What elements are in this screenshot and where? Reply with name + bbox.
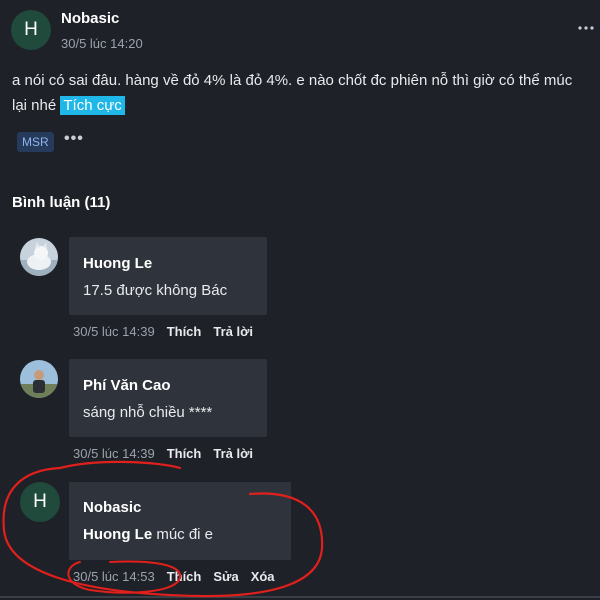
reply-button[interactable]: Trả lời: [213, 446, 253, 461]
comment-text: sáng nhỗ chiều ****: [83, 404, 213, 421]
more-tags-button[interactable]: •••: [64, 130, 84, 148]
comment-bubble: Huong Le 17.5 được không Bác: [69, 237, 267, 315]
like-button[interactable]: Thích: [167, 324, 202, 339]
post-author-name[interactable]: Nobasic: [61, 10, 119, 27]
post-author-avatar[interactable]: H: [11, 10, 51, 50]
comment-time[interactable]: 30/5 lúc 14:39: [73, 324, 155, 339]
sentiment-badge: Tích cực: [60, 96, 125, 115]
stock-tag[interactable]: MSR: [17, 132, 54, 152]
like-button[interactable]: Thích: [167, 446, 202, 461]
post-text-prefix: lại nhé: [12, 97, 57, 114]
comment-time[interactable]: 30/5 lúc 14:39: [73, 446, 155, 461]
comment-author[interactable]: Phí Văn Cao: [83, 377, 171, 394]
avatar[interactable]: [20, 360, 58, 398]
delete-button[interactable]: Xóa: [251, 569, 275, 584]
comment-message: múc đi e: [156, 526, 214, 543]
edit-button[interactable]: Sửa: [213, 569, 238, 584]
comment-actions: 30/5 lúc 14:39 Thích Trả lời: [73, 446, 253, 461]
mention-link[interactable]: Huong Le: [83, 526, 152, 543]
avatar[interactable]: [20, 238, 58, 276]
comments-title: Bình luận (11): [12, 194, 111, 211]
comment-author[interactable]: Nobasic: [83, 499, 141, 516]
cat-avatar-icon: [20, 238, 58, 276]
more-dots-icon[interactable]: [578, 18, 594, 36]
comment-bubble: Nobasic Huong Le múc đi e: [69, 482, 291, 560]
avatar[interactable]: H: [20, 482, 60, 522]
comment-actions: 30/5 lúc 14:53 Thích Sửa Xóa: [73, 569, 275, 584]
avatar-letter: H: [24, 19, 38, 40]
like-button[interactable]: Thích: [167, 569, 202, 584]
avatar-letter: H: [33, 491, 47, 512]
divider: [0, 596, 600, 598]
comment-time[interactable]: 30/5 lúc 14:53: [73, 569, 155, 584]
comment-text: 17.5 được không Bác: [83, 282, 228, 299]
comment-author[interactable]: Huong Le: [83, 255, 152, 272]
post-text-line1: a nói có sai đâu. hàng về đỏ 4% là đỏ 4%…: [12, 72, 573, 89]
post-text-line2: lại nhé Tích cực: [12, 93, 125, 118]
person-avatar-icon: [20, 360, 58, 398]
comment-text: Huong Le múc đi e: [83, 526, 213, 543]
comment-bubble: Phí Văn Cao sáng nhỗ chiều ****: [69, 359, 267, 437]
post-timestamp[interactable]: 30/5 lúc 14:20: [61, 36, 143, 51]
large-red-ellipse-top: [58, 460, 182, 470]
reply-button[interactable]: Trả lời: [213, 324, 253, 339]
comment-actions: 30/5 lúc 14:39 Thích Trả lời: [73, 324, 253, 339]
